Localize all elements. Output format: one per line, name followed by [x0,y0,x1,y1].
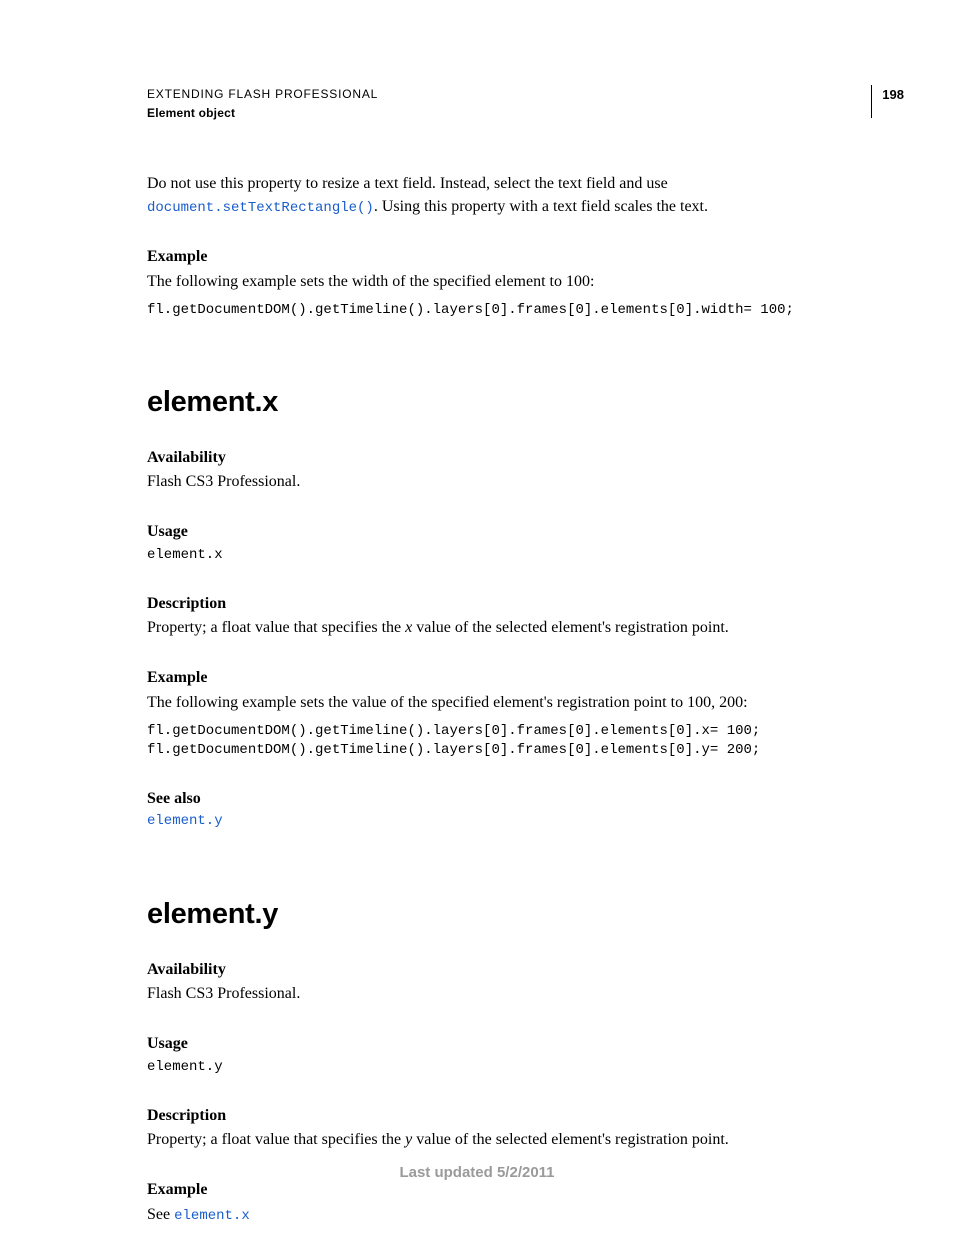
usage-label-y: Usage [147,1033,859,1055]
see-also-label: See also [147,788,859,810]
usage-code: element.x [147,546,859,565]
section-heading-element-x: element.x [147,382,859,423]
example-code: fl.getDocumentDOM().getTimeline().layers… [147,301,859,320]
intro-paragraph: Do not use this property to resize a tex… [147,173,859,218]
footer-last-updated: Last updated 5/2/2011 [0,1164,954,1181]
availability-text: Flash CS3 Professional. [147,471,859,493]
usage-code-y: element.y [147,1058,859,1077]
availability-label: Availability [147,447,859,469]
description-suffix-y: value of the selected element's registra… [412,1131,729,1148]
example-label: Example [147,246,859,268]
description-suffix: value of the selected element's registra… [412,619,729,636]
example-text-y: See element.x [147,1204,859,1227]
page-body: Do not use this property to resize a tex… [147,173,859,1226]
see-also-link-element-y[interactable]: element.y [147,812,859,832]
section-heading-element-y: element.y [147,894,859,935]
page-number: 198 [871,85,904,118]
description-text-y: Property; a float value that specifies t… [147,1129,859,1151]
description-prefix: Property; a float value that specifies t… [147,619,405,636]
description-label-y: Description [147,1105,859,1127]
example-code-x: fl.getDocumentDOM().getTimeline().layers… [147,722,859,760]
header-title: EXTENDING FLASH PROFESSIONAL [147,85,378,104]
header-left: EXTENDING FLASH PROFESSIONAL Element obj… [147,85,378,123]
description-label: Description [147,593,859,615]
usage-label: Usage [147,521,859,543]
set-text-rectangle-link[interactable]: document.setTextRectangle() [147,200,374,216]
page-header: EXTENDING FLASH PROFESSIONAL Element obj… [147,85,859,123]
availability-label-y: Availability [147,959,859,981]
example-prefix-y: See [147,1206,174,1223]
description-text: Property; a float value that specifies t… [147,617,859,639]
header-subtitle: Element object [147,104,378,123]
example-text: The following example sets the width of … [147,271,859,293]
example-label-y: Example [147,1179,859,1201]
example-link-element-x[interactable]: element.x [174,1208,250,1224]
example-label-x: Example [147,667,859,689]
intro-text-suffix: . Using this property with a text field … [374,198,708,215]
availability-text-y: Flash CS3 Professional. [147,983,859,1005]
page-container: EXTENDING FLASH PROFESSIONAL Element obj… [0,0,954,1235]
intro-text-prefix: Do not use this property to resize a tex… [147,175,668,192]
example-text-x: The following example sets the value of … [147,692,859,714]
description-prefix-y: Property; a float value that specifies t… [147,1131,405,1148]
